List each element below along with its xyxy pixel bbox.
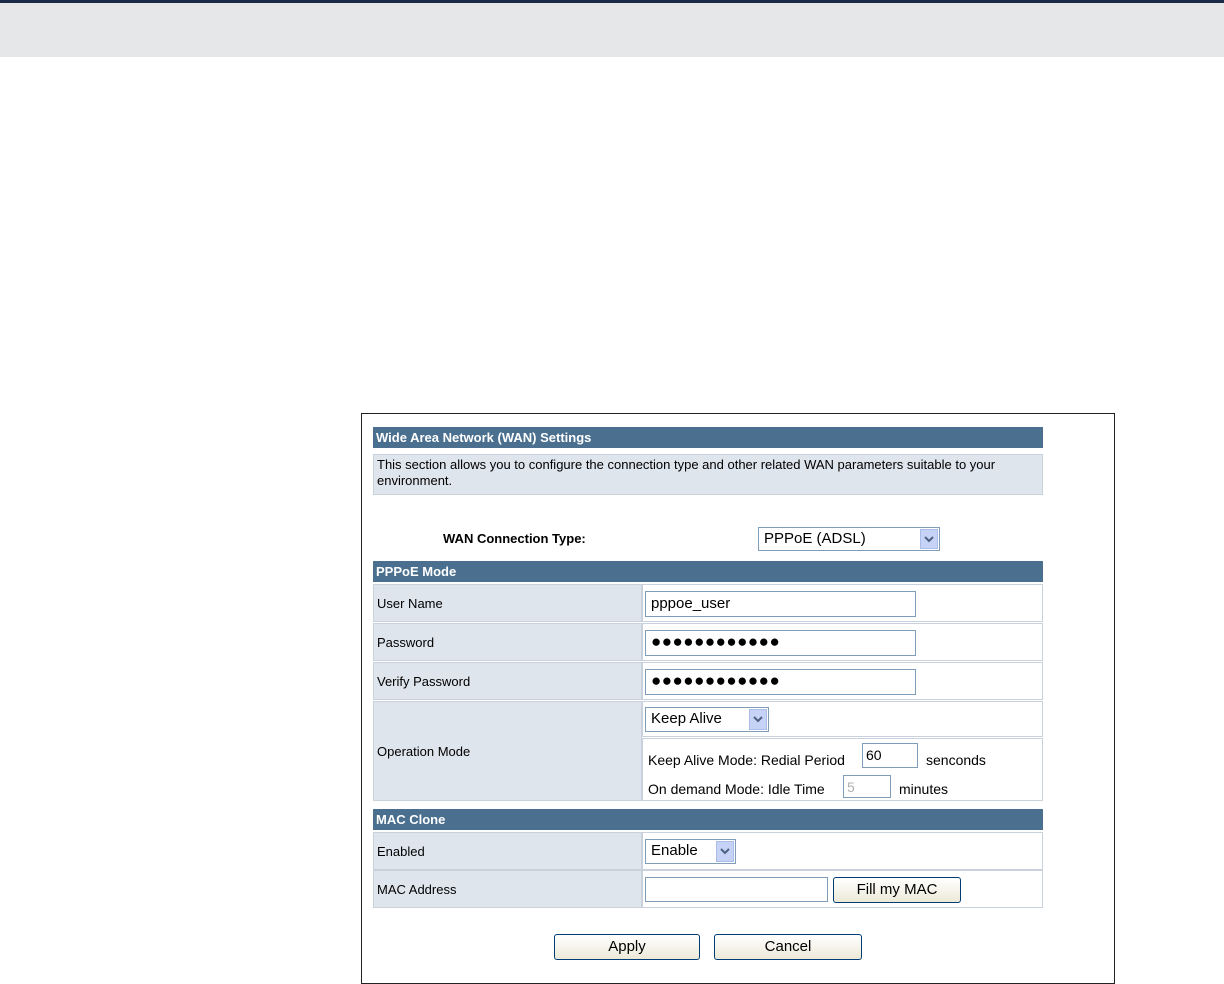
redial-period-value: 60 bbox=[866, 747, 882, 763]
verify-password-input[interactable]: ●●●●●●●●●●●● bbox=[645, 669, 916, 695]
connection-type-value: PPPoE (ADSL) bbox=[764, 530, 866, 547]
operation-mode-value: Keep Alive bbox=[651, 710, 722, 727]
mac-clone-title: MAC Clone bbox=[376, 812, 446, 827]
idle-time-unit: minutes bbox=[899, 781, 949, 797]
pppoe-mode-header: PPPoE Mode bbox=[373, 561, 1043, 582]
wan-description-box: This section allows you to configure the… bbox=[373, 454, 1043, 495]
keep-alive-label: Keep Alive Mode: Redial Period bbox=[648, 752, 845, 768]
operation-mode-options-cell: Keep Alive Mode: Redial Period 60 sencon… bbox=[642, 738, 1043, 801]
apply-button[interactable]: Apply bbox=[554, 934, 700, 960]
verify-password-label-cell: Verify Password bbox=[373, 662, 642, 700]
mac-enabled-select[interactable]: Enable bbox=[645, 839, 736, 864]
mac-address-value-cell: Fill my MAC bbox=[642, 870, 1043, 908]
fill-my-mac-button[interactable]: Fill my MAC bbox=[833, 877, 961, 903]
username-input[interactable]: pppoe_user bbox=[645, 591, 916, 617]
chevron-down-icon[interactable] bbox=[920, 529, 938, 549]
password-value-cell: ●●●●●●●●●●●● bbox=[642, 623, 1043, 661]
username-label: User Name bbox=[377, 595, 443, 611]
redial-period-unit: senconds bbox=[926, 752, 986, 768]
verify-password-input-value: ●●●●●●●●●●●● bbox=[651, 671, 781, 690]
chevron-down-icon[interactable] bbox=[716, 841, 734, 862]
chevron-down-icon[interactable] bbox=[749, 709, 767, 730]
verify-password-label: Verify Password bbox=[377, 673, 471, 689]
connection-type-label: WAN Connection Type: bbox=[443, 531, 586, 546]
username-value-cell: pppoe_user bbox=[642, 584, 1043, 622]
mac-address-label: MAC Address bbox=[377, 881, 457, 897]
operation-mode-label-cell: Operation Mode bbox=[373, 701, 642, 801]
mac-enabled-label-cell: Enabled bbox=[373, 832, 642, 870]
operation-mode-select-cell: Keep Alive bbox=[642, 701, 1043, 737]
wan-settings-header: Wide Area Network (WAN) Settings bbox=[373, 427, 1043, 448]
password-input[interactable]: ●●●●●●●●●●●● bbox=[645, 630, 916, 656]
password-input-value: ●●●●●●●●●●●● bbox=[651, 632, 781, 651]
wan-description-text: This section allows you to configure the… bbox=[377, 457, 996, 488]
username-label-cell: User Name bbox=[373, 584, 642, 622]
idle-time-input[interactable]: 5 bbox=[843, 775, 891, 798]
idle-time-value: 5 bbox=[847, 779, 855, 795]
wan-settings-title: Wide Area Network (WAN) Settings bbox=[376, 430, 592, 445]
mac-address-input[interactable] bbox=[645, 877, 828, 902]
operation-mode-select[interactable]: Keep Alive bbox=[645, 707, 769, 732]
top-band bbox=[0, 3, 1224, 57]
verify-password-value-cell: ●●●●●●●●●●●● bbox=[642, 662, 1043, 700]
on-demand-label: On demand Mode: Idle Time bbox=[648, 781, 825, 797]
mac-enabled-label: Enabled bbox=[377, 843, 425, 859]
pppoe-mode-title: PPPoE Mode bbox=[376, 564, 457, 579]
mac-address-label-cell: MAC Address bbox=[373, 870, 642, 908]
mac-enabled-value: Enable bbox=[651, 842, 698, 859]
wan-settings-frame: Wide Area Network (WAN) Settings This se… bbox=[361, 413, 1115, 984]
connection-type-select[interactable]: PPPoE (ADSL) bbox=[758, 527, 940, 551]
password-label: Password bbox=[377, 634, 435, 650]
mac-enabled-value-cell: Enable bbox=[642, 832, 1043, 870]
mac-clone-header: MAC Clone bbox=[373, 809, 1043, 830]
password-label-cell: Password bbox=[373, 623, 642, 661]
redial-period-input[interactable]: 60 bbox=[862, 743, 918, 768]
cancel-button[interactable]: Cancel bbox=[714, 934, 862, 960]
operation-mode-label: Operation Mode bbox=[377, 743, 471, 759]
username-input-value: pppoe_user bbox=[651, 595, 731, 612]
